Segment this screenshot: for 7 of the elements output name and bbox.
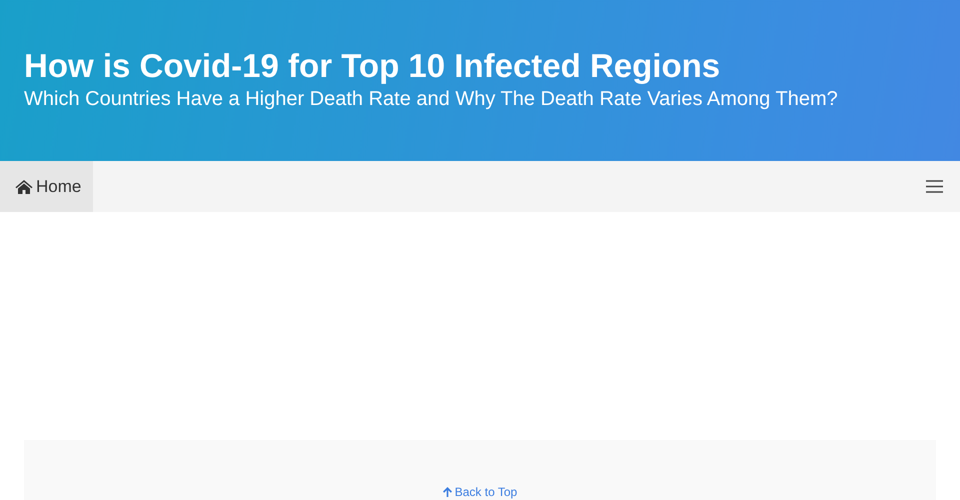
page-title: How is Covid-19 for Top 10 Infected Regions xyxy=(24,46,720,86)
home-tab[interactable]: Home xyxy=(0,161,94,212)
house-icon xyxy=(15,179,33,194)
menu-icon[interactable] xyxy=(926,180,943,193)
arrow-up-icon xyxy=(442,487,452,497)
page-subtitle: Which Countries Have a Higher Death Rate and Why The Death Rate Varies Among Them? xyxy=(24,87,838,112)
back-to-top-link[interactable]: Back to Top xyxy=(442,486,518,498)
